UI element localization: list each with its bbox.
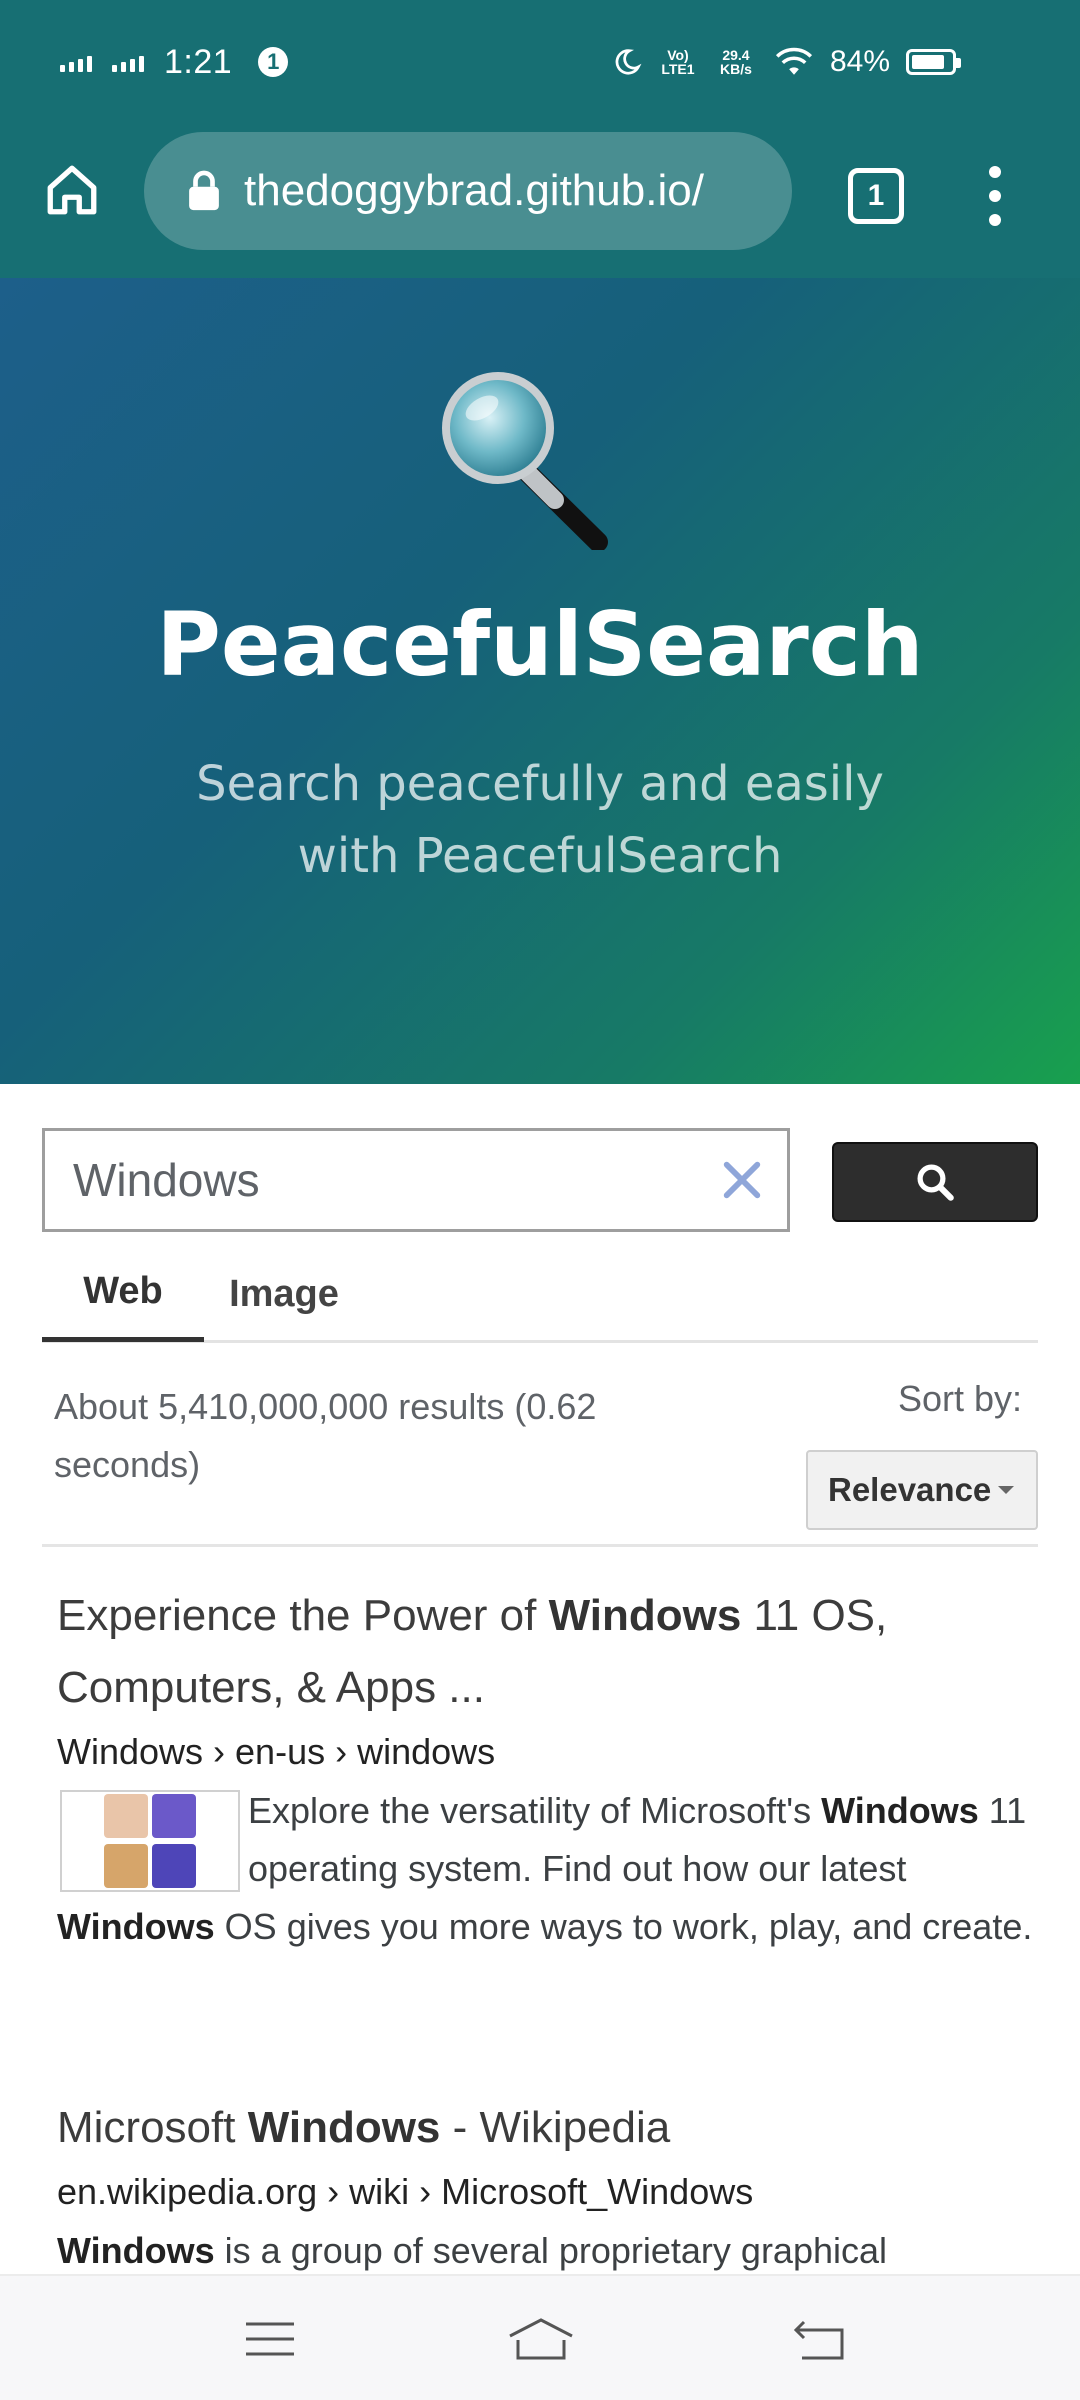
more-vert-icon[interactable] [980,166,1010,226]
search-input[interactable] [45,1153,685,1207]
browser-chrome: 1:21 1 Vo) LTE1 29.4 KB/s 84% thedoggybr… [0,0,1080,278]
brand-title: PeacefulSearch [156,593,924,696]
result-snippet: Windows is a group of several proprietar… [57,2230,888,2271]
search-box[interactable] [42,1128,790,1232]
signal-1-icon [60,52,92,72]
alert-badge: 1 [258,47,289,77]
sort-dropdown[interactable]: Relevance [806,1450,1038,1530]
home-outline-icon[interactable] [506,2314,576,2364]
brand-tagline: Search peacefully and easily with Peacef… [196,756,884,884]
network-type: Vo) LTE1 [661,47,695,77]
moon-icon [615,49,642,75]
close-icon[interactable] [719,1157,765,1203]
divider [42,1544,1038,1547]
chevron-down-icon [998,1486,1014,1494]
search-icon [917,1164,954,1201]
sort-value: Relevance [828,1471,992,1508]
url-text[interactable]: thedoggybrad.github.io/ [244,166,704,216]
clock: 1:21 [164,42,233,81]
result-breadcrumb: Windows › en-us › windows [57,1731,496,1772]
search-result: Microsoft Windows - Wikipedia en.wikiped… [57,2092,1037,2280]
home-button[interactable] [40,158,104,222]
hero-banner: PeacefulSearch Search peacefully and eas… [0,278,1080,1084]
sort-label: Sort by: [897,1378,1022,1419]
network-speed: 29.4 KB/s [720,47,752,77]
tab-switcher-button[interactable]: 1 [848,168,904,224]
result-thumbnail[interactable] [60,1790,240,1892]
search-result: Experience the Power of Windows 11 OS, C… [57,1580,1037,1956]
tab-web[interactable]: Web [42,1245,204,1342]
lock-icon [184,166,224,216]
tab-image[interactable]: Image [204,1245,364,1343]
signal-2-icon [112,52,144,72]
home-icon [47,165,97,215]
result-snippet: Explore the versatility of Microsoft's W… [57,1790,1033,1947]
result-type-tabs: Web Image [42,1245,1038,1343]
battery-percent: 84% [829,45,890,78]
battery-icon [906,49,961,75]
result-title-link[interactable]: Experience the Power of Windows 11 OS, C… [57,1580,1037,1724]
system-nav-bar [0,2274,1080,2400]
result-stats: About 5,410,000,000 results (0.62 second… [54,1386,597,1485]
menu-lines-icon[interactable] [240,2314,300,2364]
address-bar[interactable]: thedoggybrad.github.io/ [144,132,792,250]
search-button[interactable] [832,1142,1038,1222]
magnifier-logo-icon [442,372,608,550]
back-icon[interactable] [790,2314,850,2364]
result-title-link[interactable]: Microsoft Windows - Wikipedia [57,2092,1037,2164]
result-breadcrumb: en.wikipedia.org › wiki › Microsoft_Wind… [57,2171,754,2212]
status-bar: 1:21 1 Vo) LTE1 29.4 KB/s 84% [0,0,1080,120]
wifi-icon [775,47,812,75]
